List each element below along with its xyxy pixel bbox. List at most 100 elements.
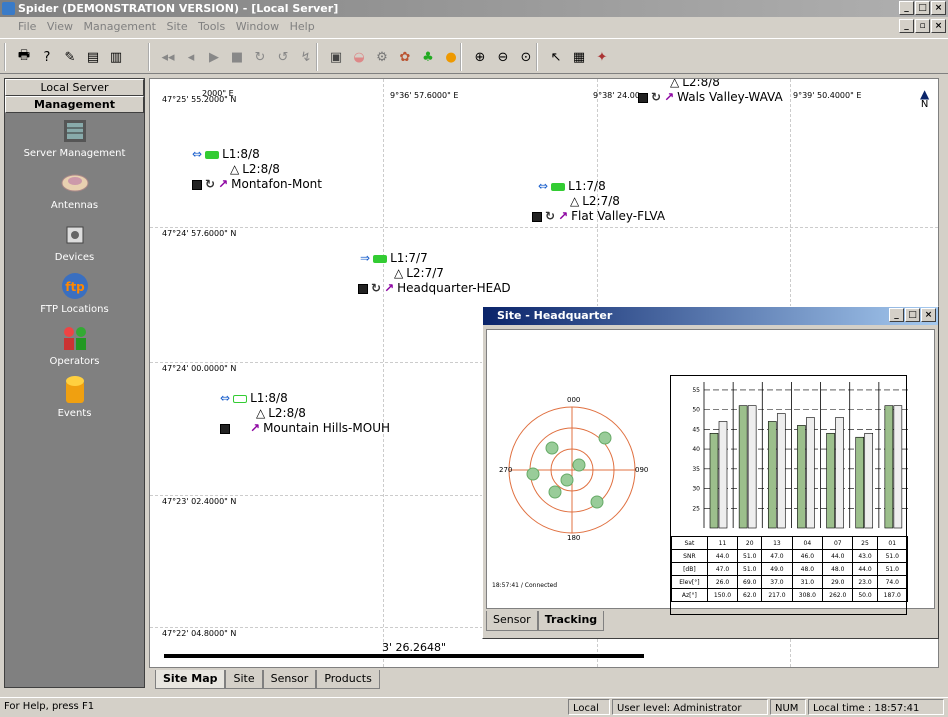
cell: 04 bbox=[791, 536, 824, 550]
site-name: Montafon-Mont bbox=[231, 177, 322, 191]
maximize-button[interactable]: □ bbox=[915, 1, 930, 15]
layout-icon[interactable]: ▤ bbox=[83, 47, 103, 67]
child-close-button[interactable]: × bbox=[931, 19, 946, 33]
tab-products[interactable]: Products bbox=[316, 670, 380, 689]
site-mountain-hills[interactable]: ⇔ L1:8/8 △ L2:8/8 ↗ Mountain Hills-MOUH bbox=[220, 391, 390, 436]
menu-management[interactable]: Management bbox=[84, 20, 156, 33]
link-status-icon bbox=[373, 254, 388, 263]
sidebar-item-label: Server Management bbox=[23, 148, 126, 159]
site-montafon[interactable]: ⇔ L1:8/8 △ L2:8/8 ↻ ↗ Montafon-Mont bbox=[192, 147, 322, 192]
sidebar-header-local-server[interactable]: Local Server bbox=[5, 79, 144, 96]
site-flat-valley[interactable]: ⇔ L1:7/8 △ L2:7/8 ↻ ↗ Flat Valley-FLVA bbox=[532, 179, 665, 224]
sky-plot bbox=[508, 406, 636, 534]
svg-text:ftp: ftp bbox=[65, 280, 85, 294]
zoom-in-icon[interactable]: ⊕ bbox=[470, 47, 490, 67]
tab-sensor[interactable]: Sensor bbox=[486, 611, 538, 631]
lon-label: 9°36' 57.6000" E bbox=[390, 91, 459, 100]
tracking-chart: 55 50 45 40 35 30 25 Sat 11 20 13 04 07 25 01 SNR 44.0… bbox=[670, 375, 908, 615]
zoom-out-icon[interactable]: ⊖ bbox=[493, 47, 513, 67]
ftp-icon[interactable]: ✿ bbox=[395, 47, 415, 67]
operators-icon[interactable]: ♣ bbox=[418, 47, 438, 67]
tab-tracking[interactable]: Tracking bbox=[537, 611, 605, 631]
title-bar: Spider (DEMONSTRATION VERSION) - [Local … bbox=[0, 0, 948, 17]
cell: 37.0 bbox=[761, 575, 793, 589]
site-l2: L2:8/8 bbox=[242, 162, 280, 176]
network-icon[interactable]: ✦ bbox=[592, 47, 612, 67]
server-icon[interactable]: ▣ bbox=[326, 47, 346, 67]
book-icon[interactable]: ▥ bbox=[106, 47, 126, 67]
child-minimize-button[interactable]: _ bbox=[899, 19, 914, 33]
dialog-minimize-button[interactable]: _ bbox=[889, 308, 904, 322]
pointer-icon[interactable]: ↖ bbox=[546, 47, 566, 67]
scale-bar bbox=[164, 654, 644, 658]
print-icon[interactable]: 🖶 bbox=[14, 47, 34, 67]
menu-site[interactable]: Site bbox=[167, 20, 188, 33]
dialog-close-button[interactable]: × bbox=[921, 308, 936, 322]
snr-bar bbox=[855, 436, 865, 529]
close-button[interactable]: × bbox=[931, 1, 946, 15]
table-row: Az[°] 150.0 62.0 217.0 308.0 262.0 50.0 187.0 bbox=[671, 588, 908, 602]
ftp-icon: ftp bbox=[58, 271, 92, 301]
cell: 47.0 bbox=[761, 549, 793, 563]
child-restore-button[interactable]: ▫ bbox=[915, 19, 930, 33]
refresh-all-icon[interactable]: ↺ bbox=[273, 47, 293, 67]
tab-sensor[interactable]: Sensor bbox=[262, 670, 317, 689]
sidebar-item-ftp-locations[interactable]: ftp FTP Locations bbox=[5, 269, 144, 321]
cell: 44.0 bbox=[852, 562, 878, 576]
tab-site-map[interactable]: Site Map bbox=[155, 670, 226, 689]
device-icon[interactable]: ⚙ bbox=[372, 47, 392, 67]
disk-icon bbox=[220, 423, 230, 434]
map-scrollbar[interactable] bbox=[939, 78, 948, 668]
zoom-fit-icon[interactable]: ⊙ bbox=[516, 47, 536, 67]
sidebar-item-label: Events bbox=[57, 408, 92, 419]
help-icon[interactable]: ? bbox=[37, 47, 57, 67]
sidebar: Local Server Management Server Managemen… bbox=[4, 78, 145, 688]
cell: 31.0 bbox=[791, 575, 824, 589]
sidebar-item-server-management[interactable]: Server Management bbox=[5, 113, 144, 165]
cell: 217.0 bbox=[761, 588, 793, 602]
table-row: [dB] 47.0 51.0 49.0 48.0 48.0 44.0 51.0 bbox=[671, 562, 908, 576]
window-title: Spider (DEMONSTRATION VERSION) - [Local … bbox=[18, 2, 339, 15]
menu-help[interactable]: Help bbox=[290, 20, 315, 33]
north-arrow: ▲ N bbox=[920, 87, 930, 110]
lat-label: 47°24' 00.0000" N bbox=[162, 364, 237, 373]
properties-icon[interactable]: ▦ bbox=[569, 47, 589, 67]
tools-icon[interactable]: ✎ bbox=[60, 47, 80, 67]
sidebar-item-devices[interactable]: Devices bbox=[5, 217, 144, 269]
sidebar-item-events[interactable]: Events bbox=[5, 373, 144, 425]
stop-icon[interactable]: ■ bbox=[227, 47, 247, 67]
sidebar-item-operators[interactable]: Operators bbox=[5, 321, 144, 373]
menu-window[interactable]: Window bbox=[236, 20, 279, 33]
sidebar-item-label: Devices bbox=[54, 252, 95, 263]
snr-bar bbox=[709, 432, 719, 529]
sky-label-south: 180 bbox=[567, 534, 581, 542]
minimize-button[interactable]: _ bbox=[899, 1, 914, 15]
sky-label-east: 090 bbox=[635, 466, 649, 474]
dialog-maximize-button[interactable]: □ bbox=[905, 308, 920, 322]
arrow-icon[interactable]: ↯ bbox=[296, 47, 316, 67]
events-icon[interactable]: ● bbox=[441, 47, 461, 67]
sidebar-item-antennas[interactable]: Antennas bbox=[5, 165, 144, 217]
refresh-icon[interactable]: ↻ bbox=[250, 47, 270, 67]
site-wals-valley[interactable]: △ L2:8/8 ↻ ↗ Wals Valley-WAVA bbox=[638, 79, 783, 105]
db-bar bbox=[806, 417, 815, 529]
menu-view[interactable]: View bbox=[47, 20, 73, 33]
site-headquarter[interactable]: ⇒ L1:7/7 △ L2:7/7 ↻ ↗ Headquarter-HEAD bbox=[358, 251, 511, 296]
link-status-icon bbox=[551, 182, 566, 191]
app-icon bbox=[2, 2, 15, 15]
cell: 44.0 bbox=[706, 549, 739, 563]
site-dialog[interactable]: Site - Headquarter _ □ × 000 090 180 270… bbox=[482, 306, 939, 639]
cell: 49.0 bbox=[761, 562, 793, 576]
site-l2: L2:8/8 bbox=[268, 406, 306, 420]
rewind-icon[interactable]: ◂◂ bbox=[158, 47, 178, 67]
tab-site[interactable]: Site bbox=[225, 670, 263, 689]
play-icon[interactable]: ▶ bbox=[204, 47, 224, 67]
status-bar: For Help, press F1 Local User level: Adm… bbox=[0, 697, 948, 715]
antenna-icon[interactable]: ◒ bbox=[349, 47, 369, 67]
snr-bar bbox=[826, 432, 835, 529]
back-icon[interactable]: ◂ bbox=[181, 47, 201, 67]
lon-label: 9°39' 50.4000" E bbox=[793, 91, 862, 100]
menu-file[interactable]: File bbox=[18, 20, 36, 33]
sidebar-header-management[interactable]: Management bbox=[5, 96, 144, 113]
menu-tools[interactable]: Tools bbox=[198, 20, 225, 33]
